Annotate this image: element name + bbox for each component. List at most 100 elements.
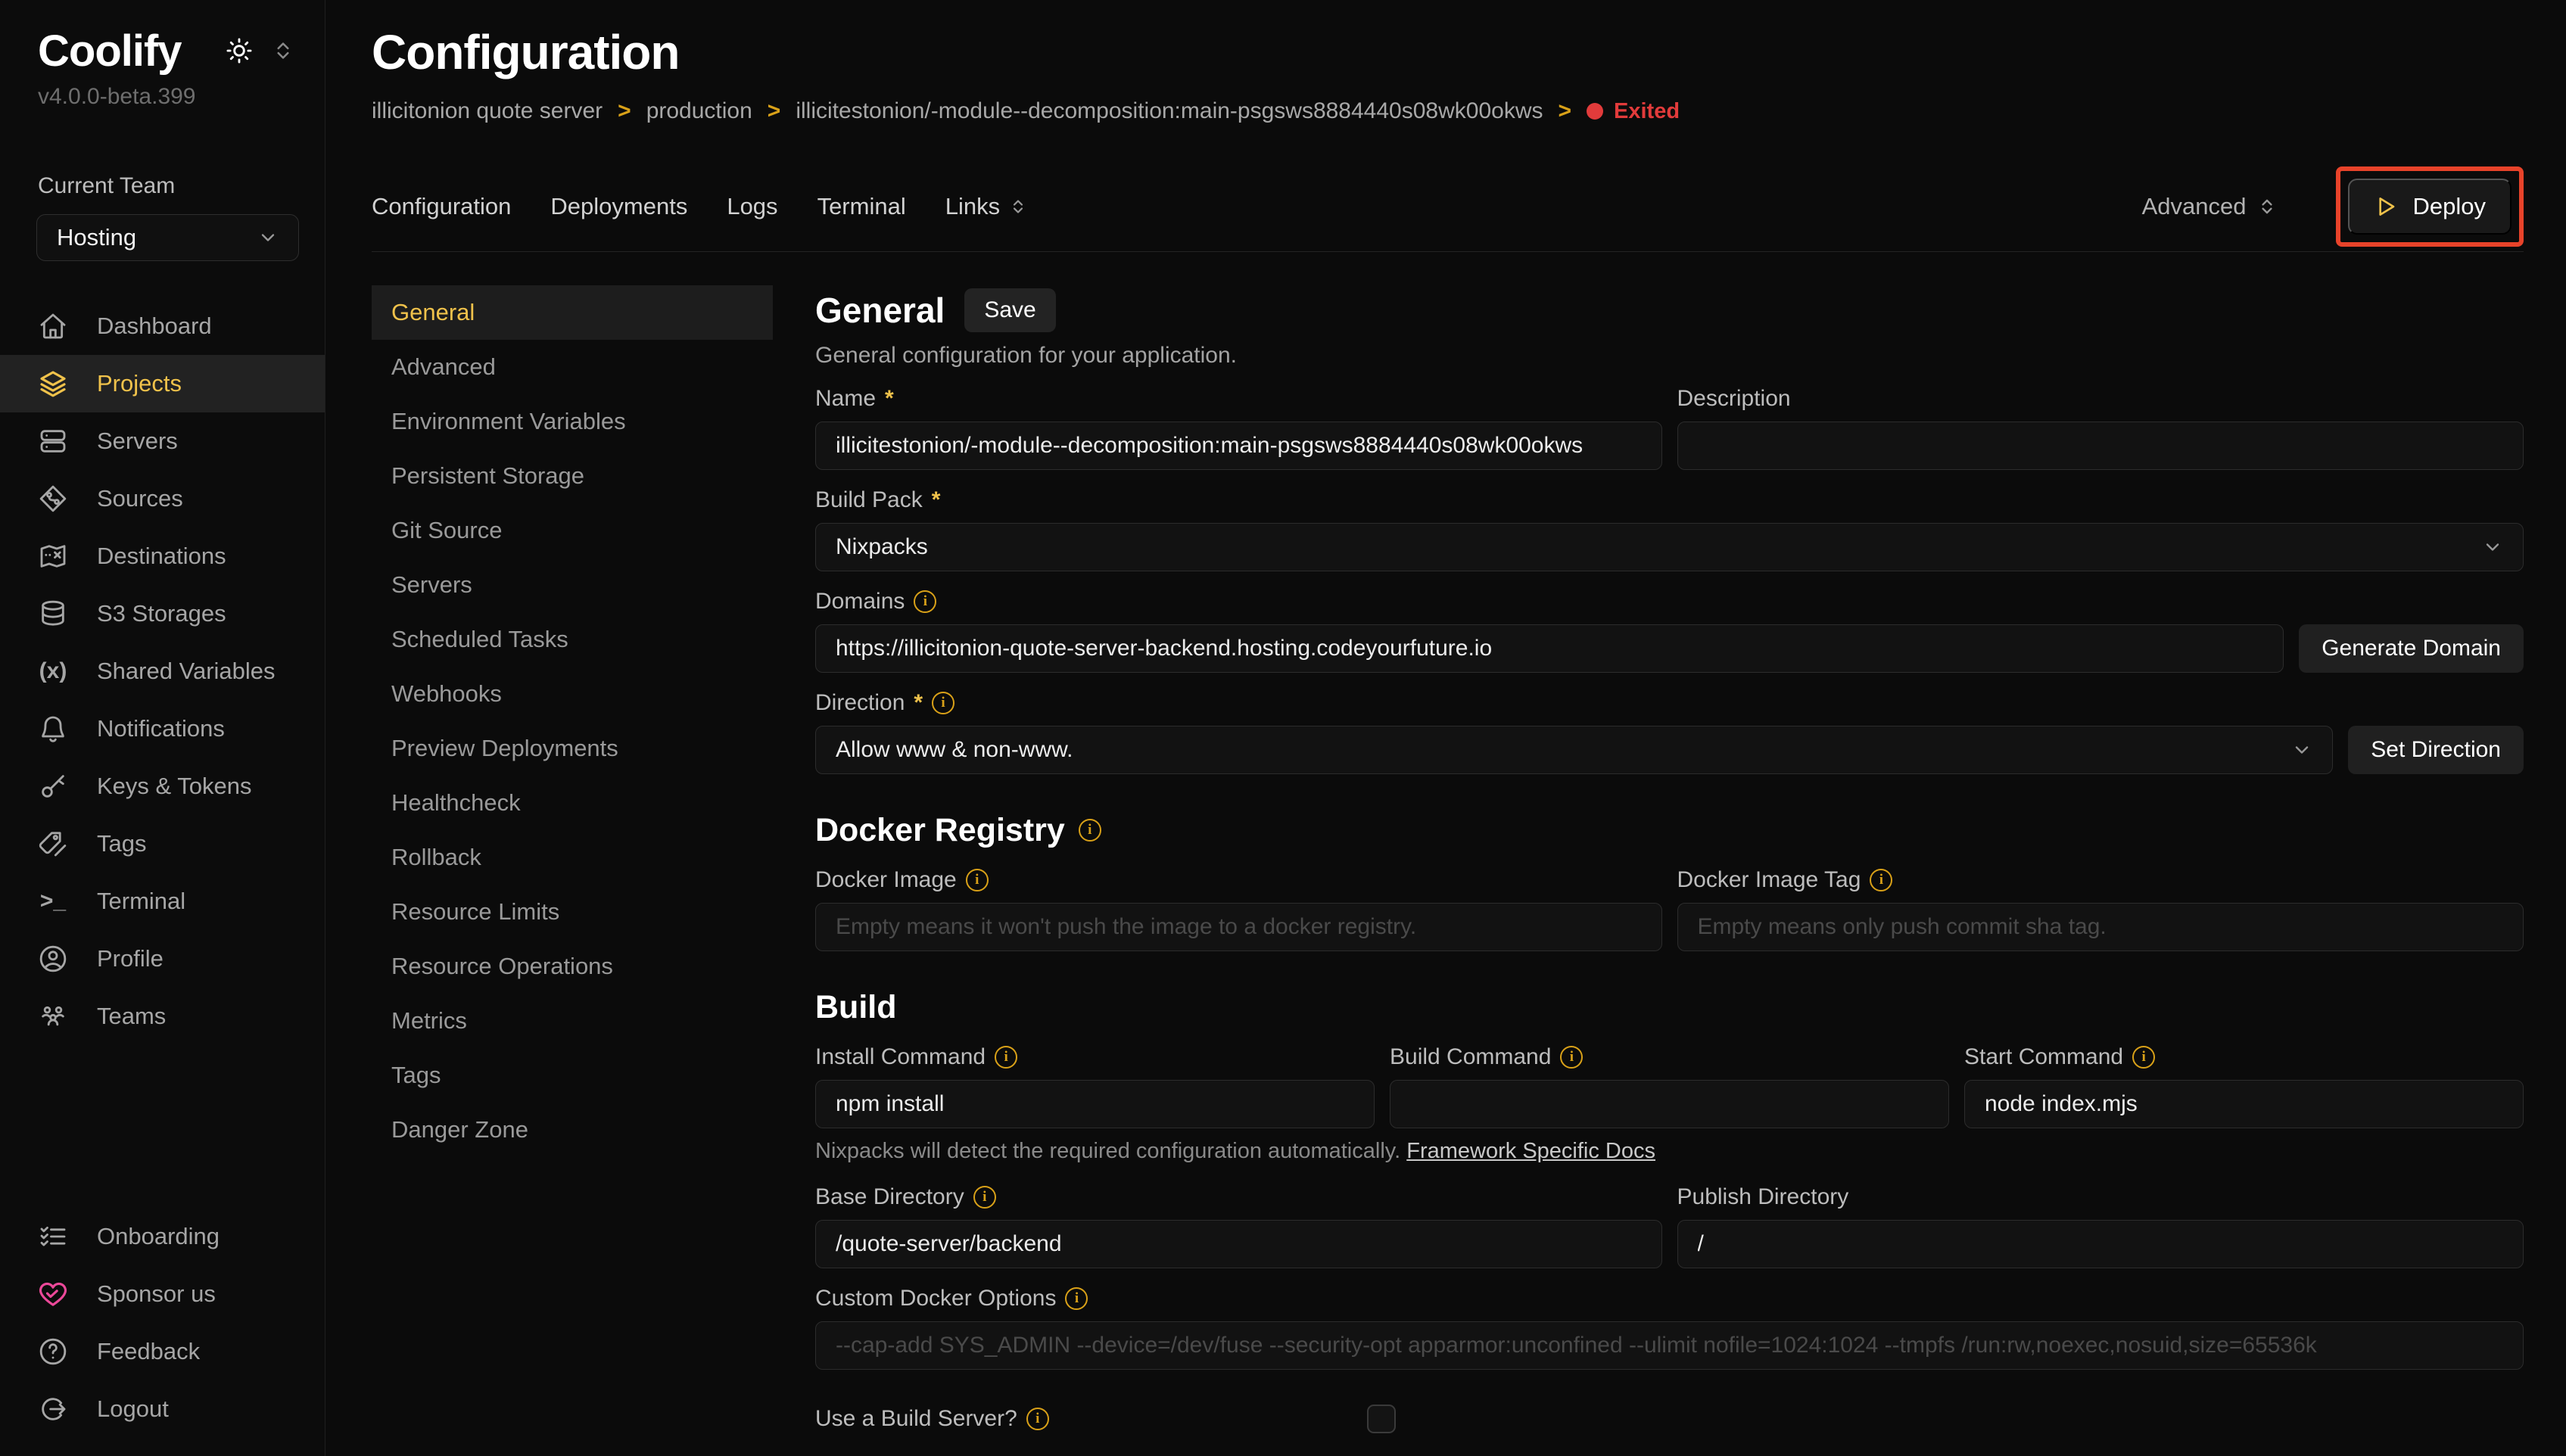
docker-image-input[interactable] — [815, 903, 1662, 951]
sidebar-item-onboarding[interactable]: Onboarding — [0, 1208, 324, 1265]
breadcrumb-environment[interactable]: production — [646, 98, 752, 124]
sidebar-item-destinations[interactable]: Destinations — [0, 527, 325, 585]
sidebar-item-sources[interactable]: Sources — [0, 470, 325, 527]
info-icon[interactable]: i — [995, 1046, 1017, 1069]
subnav-item-danger-zone[interactable]: Danger Zone — [372, 1103, 773, 1157]
terminal-icon: >_ — [38, 888, 68, 914]
status-label: Exited — [1614, 99, 1680, 124]
info-icon[interactable]: i — [932, 692, 954, 714]
build-server-checkbox[interactable] — [1367, 1405, 1396, 1433]
subnav-item-resource-limits[interactable]: Resource Limits — [372, 885, 773, 939]
subnav-item-advanced[interactable]: Advanced — [372, 340, 773, 394]
shared-variables-icon: (x) — [38, 658, 68, 684]
subnav-item-persistent-storage[interactable]: Persistent Storage — [372, 449, 773, 503]
sidebar-item-terminal[interactable]: >_ Terminal — [0, 873, 325, 930]
sidebar-item-sponsor-us[interactable]: Sponsor us — [0, 1265, 324, 1323]
start-command-label: Start Command — [1964, 1044, 2123, 1070]
info-icon[interactable]: i — [914, 590, 936, 613]
subnav-item-webhooks[interactable]: Webhooks — [372, 667, 773, 721]
sidebar-item-tags[interactable]: Tags — [0, 815, 325, 873]
play-icon — [2374, 194, 2398, 219]
deploy-button[interactable]: Deploy — [2348, 179, 2512, 235]
start-command-input[interactable] — [1964, 1080, 2524, 1128]
map-icon — [38, 541, 68, 571]
sidebar-item-s3-storages[interactable]: S3 Storages — [0, 585, 325, 642]
install-command-input[interactable] — [815, 1080, 1375, 1128]
sidebar-item-logout[interactable]: Logout — [0, 1380, 324, 1438]
info-icon[interactable]: i — [973, 1186, 996, 1209]
save-button[interactable]: Save — [964, 288, 1055, 332]
framework-docs-link[interactable]: Framework Specific Docs — [1406, 1139, 1655, 1163]
tab-configuration[interactable]: Configuration — [372, 193, 511, 220]
section-title-docker-registry: Docker Registry — [815, 812, 1065, 849]
sidebar-item-label: Sources — [97, 485, 183, 512]
install-command-label: Install Command — [815, 1044, 986, 1070]
page-title: Configuration — [372, 24, 2524, 80]
subnav-item-tags[interactable]: Tags — [372, 1048, 773, 1103]
build-pack-label: Build Pack — [815, 487, 923, 513]
subnav-item-environment-variables[interactable]: Environment Variables — [372, 394, 773, 449]
team-select[interactable]: Hosting — [36, 214, 299, 261]
sidebar-item-feedback[interactable]: Feedback — [0, 1323, 324, 1380]
build-pack-select[interactable]: Nixpacks — [815, 523, 2524, 571]
publish-directory-input[interactable] — [1677, 1220, 2524, 1268]
theme-sun-icon[interactable] — [225, 36, 254, 65]
theme-sort-icon[interactable] — [272, 39, 294, 62]
subnav-item-git-source[interactable]: Git Source — [372, 503, 773, 558]
breadcrumb-separator: > — [1559, 98, 1572, 124]
sort-icon — [1009, 198, 1027, 216]
info-icon[interactable]: i — [1026, 1408, 1049, 1430]
build-server-label: Use a Build Server? — [815, 1406, 1017, 1432]
sidebar-item-dashboard[interactable]: Dashboard — [0, 297, 325, 355]
subnav-item-general[interactable]: General — [372, 285, 773, 340]
info-icon[interactable]: i — [1065, 1287, 1088, 1310]
subnav-item-metrics[interactable]: Metrics — [372, 994, 773, 1048]
tab-links[interactable]: Links — [945, 193, 1027, 220]
sidebar-item-label: Onboarding — [97, 1223, 220, 1250]
subnav-item-preview-deployments[interactable]: Preview Deployments — [372, 721, 773, 776]
database-icon — [38, 599, 68, 629]
description-input[interactable] — [1677, 422, 2524, 470]
build-command-input[interactable] — [1390, 1080, 1949, 1128]
sidebar-item-teams[interactable]: Teams — [0, 988, 325, 1045]
base-directory-input[interactable] — [815, 1220, 1662, 1268]
info-icon[interactable]: i — [1870, 869, 1892, 891]
sidebar-item-keys-tokens[interactable]: Keys & Tokens — [0, 758, 325, 815]
tab-bar: Configuration Deployments Logs Terminal … — [372, 166, 2524, 247]
sidebar-item-profile[interactable]: Profile — [0, 930, 325, 988]
app-version: v4.0.0-beta.399 — [0, 76, 325, 110]
sidebar-item-shared-variables[interactable]: (x) Shared Variables — [0, 642, 325, 700]
tab-terminal[interactable]: Terminal — [817, 193, 906, 220]
tab-links-label: Links — [945, 193, 1000, 220]
advanced-dropdown[interactable]: Advanced — [2142, 193, 2277, 220]
checklist-icon — [38, 1221, 68, 1252]
breadcrumb: illicitonion quote server > production >… — [372, 98, 2524, 124]
team-select-value: Hosting — [57, 224, 136, 251]
info-icon[interactable]: i — [2132, 1046, 2155, 1069]
sidebar-item-projects[interactable]: Projects — [0, 355, 325, 412]
generate-domain-button[interactable]: Generate Domain — [2299, 624, 2524, 673]
docker-image-tag-input[interactable] — [1677, 903, 2524, 951]
info-icon[interactable]: i — [1079, 819, 1101, 842]
subnav-item-resource-operations[interactable]: Resource Operations — [372, 939, 773, 994]
breadcrumb-resource[interactable]: illicitestonion/-module--decomposition:m… — [796, 98, 1543, 124]
subnav-item-rollback[interactable]: Rollback — [372, 830, 773, 885]
info-icon[interactable]: i — [966, 869, 989, 891]
sidebar-footer: Onboarding Sponsor us Feedback Logout — [0, 1208, 324, 1438]
sidebar-item-notifications[interactable]: Notifications — [0, 700, 325, 758]
set-direction-button[interactable]: Set Direction — [2348, 726, 2524, 774]
info-icon[interactable]: i — [1560, 1046, 1583, 1069]
sort-icon — [2257, 197, 2277, 216]
direction-select[interactable]: Allow www & non-www. — [815, 726, 2333, 774]
custom-docker-options-label: Custom Docker Options — [815, 1286, 1056, 1311]
tab-deployments[interactable]: Deployments — [550, 193, 687, 220]
subnav-item-healthcheck[interactable]: Healthcheck — [372, 776, 773, 830]
domains-input[interactable] — [815, 624, 2284, 673]
sidebar-item-servers[interactable]: Servers — [0, 412, 325, 470]
custom-docker-options-input[interactable] — [815, 1321, 2524, 1370]
subnav-item-scheduled-tasks[interactable]: Scheduled Tasks — [372, 612, 773, 667]
tab-logs[interactable]: Logs — [727, 193, 777, 220]
subnav-item-servers[interactable]: Servers — [372, 558, 773, 612]
breadcrumb-project[interactable]: illicitonion quote server — [372, 98, 603, 124]
name-input[interactable] — [815, 422, 1662, 470]
